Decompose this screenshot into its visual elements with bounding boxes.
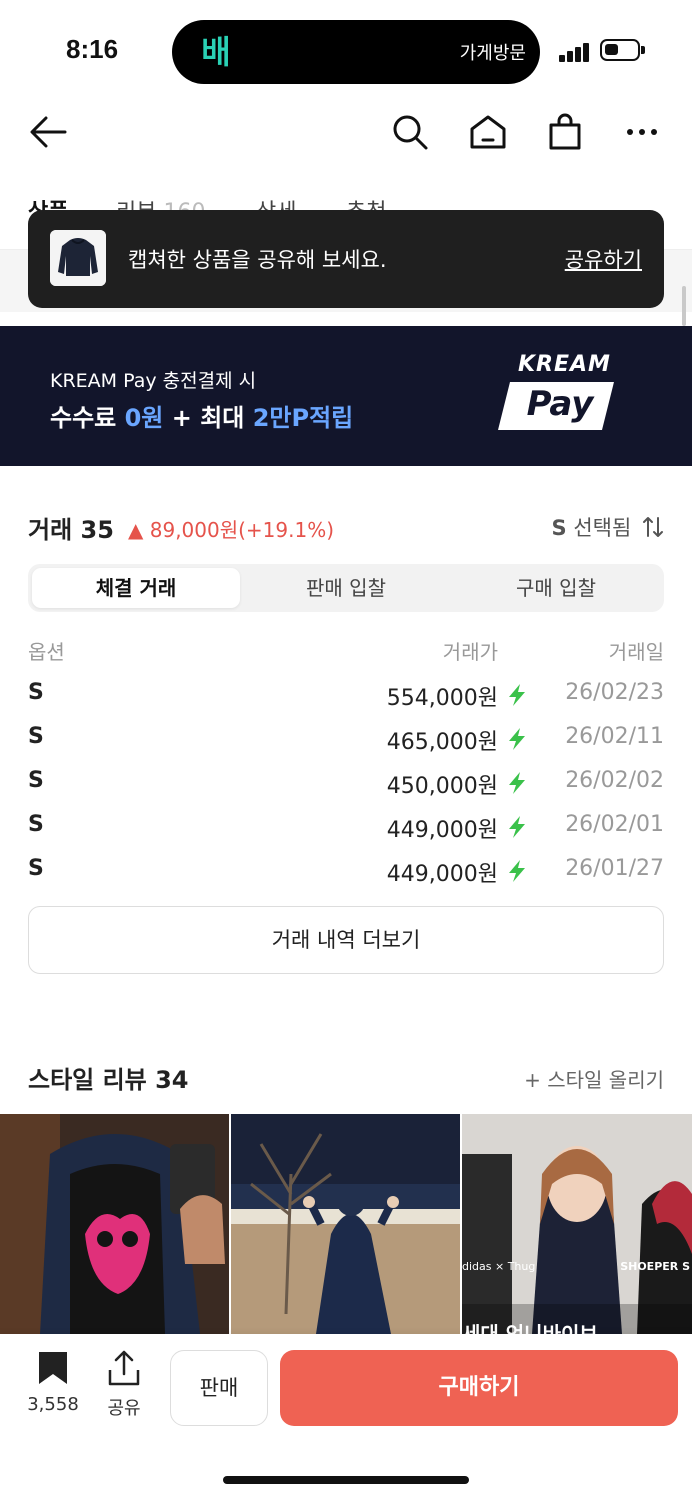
home-indicator[interactable] [223, 1476, 469, 1484]
trade-title: 거래 35 [28, 516, 114, 544]
row-date: 26/02/02 [565, 768, 664, 793]
home-icon[interactable] [464, 108, 512, 156]
style-review-title: 스타일 리뷰 34 [28, 1066, 189, 1094]
row-price: 450,000원 [386, 774, 498, 799]
col-price: 거래가 [442, 640, 498, 664]
table-row: S 554,000원 26/02/23 [28, 674, 664, 718]
kream-logo: KREAM [518, 352, 611, 377]
top-nav [0, 100, 692, 168]
trade-table-header: 옵션 거래가 거래일 [28, 636, 664, 666]
signal-icon [559, 42, 591, 62]
segment-buy-bids[interactable]: 구매 입찰 [452, 568, 660, 608]
photo-caption-right: SHOEPER S [620, 1260, 690, 1273]
row-date: 26/02/11 [565, 724, 664, 749]
option-size: S [551, 516, 567, 540]
bookmark-button[interactable]: 3,558 [22, 1350, 84, 1415]
trade-table: S 554,000원 26/02/23 S 465,000원 26/02/11 … [28, 674, 664, 894]
row-option: S [28, 812, 44, 837]
option-label: 선택됨 [566, 516, 632, 540]
lightning-icon [509, 728, 525, 750]
banner-subtitle: KREAM Pay 충전결제 시 [50, 370, 257, 392]
banner-title-part: + 최대 [163, 404, 253, 432]
row-price: 554,000원 [386, 686, 498, 711]
search-icon[interactable] [386, 108, 434, 156]
bottom-action-bar: 3,558 공유 판매 구매하기 [0, 1334, 692, 1500]
style-review-header: 스타일 리뷰 34 + 스타일 올리기 [28, 1058, 664, 1098]
row-date: 26/02/23 [565, 680, 664, 705]
banner-title: 수수료 0원 + 최대 2만P적립 [50, 398, 353, 433]
table-row: S 465,000원 26/02/11 [28, 718, 664, 762]
lightning-icon [509, 860, 525, 882]
share-button[interactable]: 공유 [100, 1350, 148, 1420]
lightning-icon [509, 816, 525, 838]
photo-caption-left: didas × Thug [462, 1260, 536, 1273]
island-activity-text: 가게방문 [459, 43, 526, 64]
more-icon[interactable] [618, 108, 666, 156]
row-option: S [28, 768, 44, 793]
style-photo[interactable] [231, 1114, 460, 1334]
back-arrow-icon[interactable] [24, 108, 72, 156]
row-date: 26/01/27 [565, 856, 664, 881]
col-date: 거래일 [608, 640, 664, 664]
row-option: S [28, 724, 44, 749]
segment-executed[interactable]: 체결 거래 [32, 568, 240, 608]
share-icon [108, 1350, 140, 1386]
row-price: 449,000원 [386, 818, 498, 843]
trade-header: 거래 35 ▲ 89,000원(+19.1%) S 선택됨 [28, 508, 664, 548]
lightning-icon [509, 684, 525, 706]
row-price: 449,000원 [386, 862, 498, 887]
lightning-icon [509, 772, 525, 794]
banner-title-highlight: 2만P적립 [252, 404, 354, 432]
table-row: S 450,000원 26/02/02 [28, 762, 664, 806]
option-selector[interactable]: S 선택됨 [552, 512, 664, 542]
col-option: 옵션 [28, 640, 65, 664]
trade-segment-control: 체결 거래 판매 입찰 구매 입찰 [28, 564, 664, 612]
style-photo-strip: didas × Thug SHOEPER S 세대 언니바이브 [0, 1114, 692, 1334]
product-thumbnail [50, 230, 106, 286]
battery-icon [600, 39, 640, 61]
kream-pay-banner[interactable]: KREAM Pay 충전결제 시 수수료 0원 + 최대 2만P적립 KREAM… [0, 326, 692, 466]
buy-button[interactable]: 구매하기 [280, 1350, 678, 1426]
toast-message: 캡쳐한 상품을 공유해 보세요. [128, 248, 387, 272]
share-label: 공유 [107, 1398, 141, 1419]
segment-sell-bids[interactable]: 판매 입찰 [242, 568, 450, 608]
upload-style-button[interactable]: + 스타일 올리기 [524, 1064, 664, 1093]
scrollbar[interactable] [682, 286, 686, 326]
photo-caption-bottom: 세대 언니바이브 [462, 1322, 598, 1334]
bookmark-icon [39, 1352, 67, 1384]
sell-button[interactable]: 판매 [170, 1350, 268, 1426]
banner-title-part: 수수료 [50, 404, 125, 432]
toast-share-link[interactable]: 공유하기 [565, 244, 642, 274]
style-photo[interactable] [0, 1114, 229, 1334]
sort-icon [643, 517, 663, 537]
row-date: 26/02/01 [565, 812, 664, 837]
row-option: S [28, 856, 44, 881]
app-logo-icon: 배 [201, 33, 231, 71]
row-price: 465,000원 [386, 730, 498, 755]
more-trades-button[interactable]: 거래 내역 더보기 [28, 906, 664, 974]
status-time: 8:16 [66, 34, 119, 64]
table-row: S 449,000원 26/01/27 [28, 850, 664, 894]
row-option: S [28, 680, 44, 705]
dynamic-island[interactable]: 배 가게방문 [172, 20, 540, 84]
status-bar: 8:16 배 가게방문 [0, 0, 692, 100]
price-change: ▲ 89,000원(+19.1%) [128, 518, 335, 542]
table-row: S 449,000원 26/02/01 [28, 806, 664, 850]
banner-title-highlight: 0원 [124, 404, 164, 432]
bag-icon[interactable] [541, 108, 589, 156]
share-toast: 캡쳐한 상품을 공유해 보세요. 공유하기 [28, 210, 664, 308]
style-photo[interactable]: didas × Thug SHOEPER S 세대 언니바이브 [462, 1114, 692, 1334]
bookmark-count: 3,558 [27, 1394, 79, 1415]
pay-logo: Pay [526, 384, 594, 424]
